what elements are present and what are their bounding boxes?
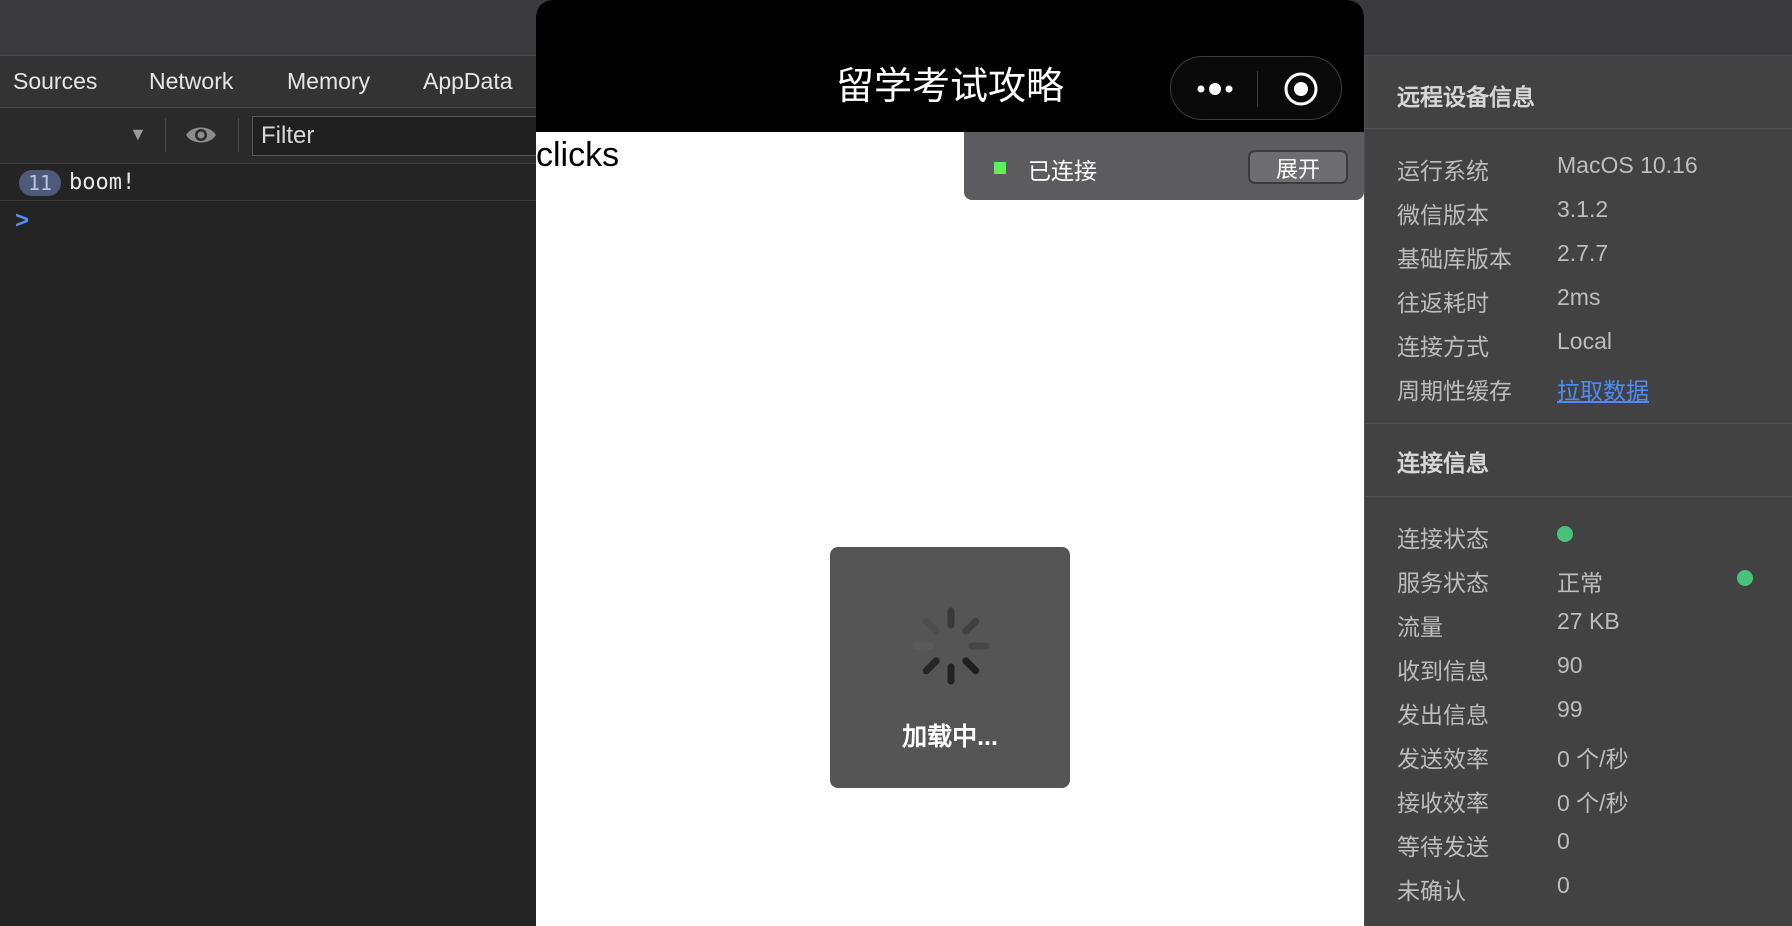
connection-status-dot-icon (1557, 526, 1573, 542)
conn-row-value: 99 (1557, 696, 1583, 722)
loading-text: 加载中... (902, 723, 998, 751)
device-row-label: 微信版本 (1397, 202, 1489, 228)
console-prompt-icon[interactable]: > (15, 207, 29, 235)
eye-icon[interactable] (184, 122, 218, 148)
devtools-tab-bar: Sources Network Memory AppData (0, 56, 540, 108)
log-repeat-count-badge: 11 (19, 170, 62, 196)
conn-row-label: 连接状态 (1397, 526, 1489, 552)
mini-program-nav-bar: 留学考试攻略 (536, 0, 1364, 132)
page-body-text: clicks (536, 136, 620, 174)
conn-row-value: 90 (1557, 652, 1583, 678)
toolbar-divider (165, 118, 166, 152)
capsule-divider (1257, 71, 1258, 107)
conn-row-value: 0 个/秒 (1557, 746, 1629, 772)
conn-row-label: 流量 (1397, 614, 1443, 640)
conn-row-value: 27 KB (1557, 608, 1620, 634)
device-row-label: 基础库版本 (1397, 246, 1512, 272)
connection-info-heading: 连接信息 (1397, 450, 1489, 476)
device-row-value: 3.1.2 (1557, 196, 1609, 222)
tab-appdata[interactable]: AppData (423, 68, 513, 95)
connection-status-bar: 已连接 展开 (964, 132, 1364, 200)
conn-row-label: 接收效率 (1397, 790, 1489, 816)
connection-status-label: 已连接 (1028, 158, 1097, 184)
service-status-dot-icon (1737, 570, 1753, 586)
tab-memory[interactable]: Memory (287, 68, 370, 95)
expand-button[interactable]: 展开 (1248, 150, 1348, 184)
capsule-menu (1170, 56, 1342, 120)
conn-row-value: 0 个/秒 (1557, 790, 1629, 816)
loading-toast: 加载中... (830, 547, 1070, 788)
device-row-label: 连接方式 (1397, 334, 1489, 360)
device-row-label: 往返耗时 (1397, 290, 1489, 316)
section-divider (1365, 423, 1792, 424)
device-row-value: Local (1557, 328, 1612, 354)
log-message: boom! (69, 170, 136, 195)
connected-indicator-icon (994, 162, 1006, 174)
remote-device-info-panel: 远程设备信息 运行系统 MacOS 10.16 微信版本 3.1.2 基础库版本… (1364, 56, 1792, 926)
conn-row-value: 0 (1557, 872, 1570, 898)
tab-network[interactable]: Network (149, 68, 233, 95)
close-target-icon[interactable] (1283, 71, 1319, 107)
device-row-value: MacOS 10.16 (1557, 152, 1698, 178)
conn-row-value: 正常 (1557, 570, 1603, 596)
more-dots-icon[interactable] (1195, 75, 1235, 103)
toolbar-divider (238, 118, 239, 152)
conn-row-label: 等待发送 (1397, 834, 1489, 860)
conn-row-label: 发送效率 (1397, 746, 1489, 772)
device-row-value: 2ms (1557, 284, 1601, 310)
console-log-row: 11 boom! (0, 165, 540, 201)
fetch-data-link[interactable]: 拉取数据 (1557, 372, 1649, 406)
section-divider (1365, 496, 1792, 497)
conn-row-value: 0 (1557, 828, 1570, 854)
device-row-label: 周期性缓存 (1397, 378, 1512, 404)
conn-row-label: 未确认 (1397, 878, 1466, 904)
conn-row-label: 服务状态 (1397, 570, 1489, 596)
conn-row-label: 发出信息 (1397, 702, 1489, 728)
context-dropdown-icon[interactable]: ▼ (129, 124, 147, 145)
device-row-label: 运行系统 (1397, 158, 1489, 184)
conn-row-label: 收到信息 (1397, 658, 1489, 684)
loading-spinner-icon (912, 607, 990, 685)
simulator-screen: 留学考试攻略 clicks 已连接 展开 加载中... (536, 0, 1364, 926)
device-row-value: 2.7.7 (1557, 240, 1609, 266)
device-info-heading: 远程设备信息 (1397, 84, 1535, 110)
tab-sources[interactable]: Sources (13, 68, 97, 95)
console-toolbar: ▼ (0, 108, 552, 164)
filter-input[interactable] (252, 116, 552, 156)
section-divider (1365, 128, 1792, 129)
